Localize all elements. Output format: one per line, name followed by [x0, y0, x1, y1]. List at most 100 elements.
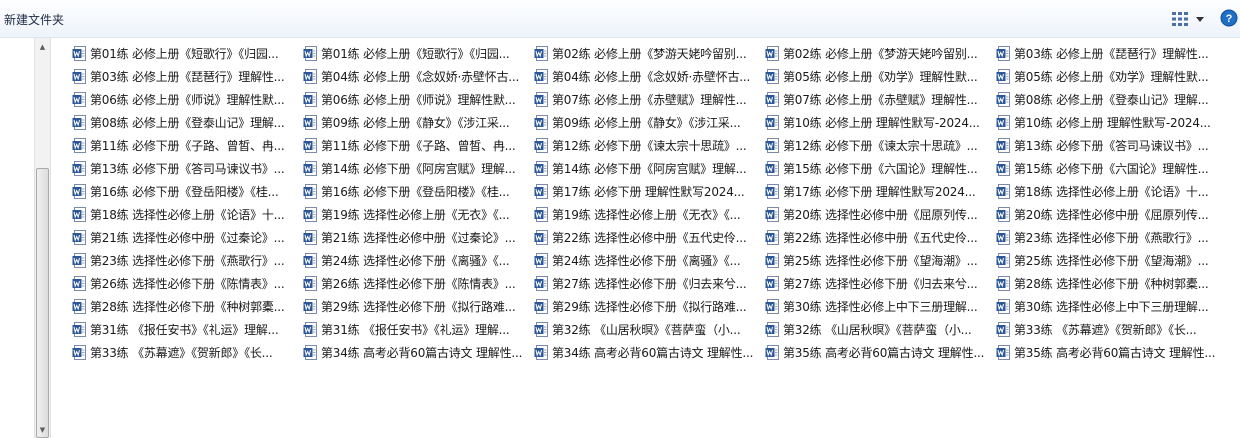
- file-item[interactable]: 第35练 高考必背60篇古诗文 理解性...: [764, 341, 995, 364]
- file-name: 第08练 必修上册《登泰山记》理解...: [1014, 93, 1209, 107]
- file-item[interactable]: 第28练 选择性必修下册《种树郭橐...: [995, 272, 1226, 295]
- file-item[interactable]: 第04练 必修上册《念奴娇·赤壁怀古...: [533, 65, 764, 88]
- file-item[interactable]: 第12练 必修下册《谏太宗十思疏》...: [533, 134, 764, 157]
- file-name: 第22练 选择性必修中册《五代史伶...: [783, 231, 978, 245]
- file-name: 第15练 必修下册《六国论》理解性...: [783, 162, 978, 176]
- file-item[interactable]: 第12练 必修下册《谏太宗十思疏》...: [764, 134, 995, 157]
- file-item[interactable]: 第16练 必修下册《登岳阳楼》《桂...: [71, 180, 302, 203]
- file-item[interactable]: 第34练 高考必背60篇古诗文 理解性...: [302, 341, 533, 364]
- word-document-icon: [534, 161, 548, 176]
- file-item[interactable]: 第08练 必修上册《登泰山记》理解...: [995, 88, 1226, 111]
- word-document-icon: [303, 299, 317, 314]
- file-item[interactable]: 第11练 必修下册《子路、曾皙、冉...: [302, 134, 533, 157]
- file-item[interactable]: 第14练 必修下册《阿房宫赋》理解...: [533, 157, 764, 180]
- file-name: 第28练 选择性必修下册《种树郭橐...: [90, 300, 285, 314]
- file-item[interactable]: 第30练 选择性必修上中下三册理解...: [995, 295, 1226, 318]
- chevron-down-icon[interactable]: [1193, 12, 1207, 26]
- file-item[interactable]: 第25练 选择性必修下册《望海潮》...: [764, 249, 995, 272]
- file-item[interactable]: 第02练 必修上册《梦游天姥吟留别...: [533, 42, 764, 65]
- word-document-icon: [534, 207, 548, 222]
- file-name: 第23练 选择性必修下册《燕歌行》...: [1014, 231, 1209, 245]
- file-item[interactable]: 第23练 选择性必修下册《燕歌行》...: [71, 249, 302, 272]
- file-item[interactable]: 第25练 选择性必修下册《望海潮》...: [995, 249, 1226, 272]
- file-item[interactable]: 第32练 《山居秋暝》《菩萨蛮（小...: [764, 318, 995, 341]
- file-item[interactable]: 第07练 必修上册《赤壁赋》理解性...: [764, 88, 995, 111]
- file-item[interactable]: 第22练 选择性必修中册《五代史伶...: [533, 226, 764, 249]
- word-document-icon: [72, 207, 86, 222]
- file-item[interactable]: 第16练 必修下册《登岳阳楼》《桂...: [302, 180, 533, 203]
- file-item[interactable]: 第20练 选择性必修中册《屈原列传...: [764, 203, 995, 226]
- file-item[interactable]: 第33练 《苏幕遮》《贺新郎》《长...: [995, 318, 1226, 341]
- file-item[interactable]: 第15练 必修下册《六国论》理解性...: [764, 157, 995, 180]
- file-item[interactable]: 第05练 必修上册《劝学》理解性默...: [995, 65, 1226, 88]
- file-item[interactable]: 第24练 选择性必修下册《离骚》《...: [302, 249, 533, 272]
- file-item[interactable]: 第07练 必修上册《赤壁赋》理解性...: [533, 88, 764, 111]
- file-name: 第27练 选择性必修下册《归去来兮...: [552, 277, 747, 291]
- file-item[interactable]: 第02练 必修上册《梦游天姥吟留别...: [764, 42, 995, 65]
- word-document-icon: [996, 161, 1010, 176]
- file-item[interactable]: 第27练 选择性必修下册《归去来兮...: [533, 272, 764, 295]
- word-document-icon: [765, 322, 779, 337]
- file-item[interactable]: 第14练 必修下册《阿房宫赋》理解...: [302, 157, 533, 180]
- file-item[interactable]: 第11练 必修下册《子路、曾皙、冉...: [71, 134, 302, 157]
- file-item[interactable]: 第17练 必修下册 理解性默写2024...: [533, 180, 764, 203]
- scroll-up-icon[interactable]: ▲: [35, 38, 50, 55]
- file-item[interactable]: 第29练 选择性必修下册《拟行路难...: [302, 295, 533, 318]
- file-item[interactable]: 第17练 必修下册 理解性默写2024...: [764, 180, 995, 203]
- file-item[interactable]: 第19练 选择性必修上册《无衣》《...: [302, 203, 533, 226]
- file-item[interactable]: 第15练 必修下册《六国论》理解性...: [995, 157, 1226, 180]
- file-name: 第01练 必修上册《短歌行》《归园...: [321, 47, 510, 61]
- file-item[interactable]: 第06练 必修上册《师说》理解性默...: [71, 88, 302, 111]
- file-item[interactable]: 第10练 必修上册 理解性默写-2024...: [995, 111, 1226, 134]
- file-item[interactable]: 第30练 选择性必修上中下三册理解...: [764, 295, 995, 318]
- file-item[interactable]: 第03练 必修上册《琵琶行》理解性...: [71, 65, 302, 88]
- file-item[interactable]: 第26练 选择性必修下册《陈情表》...: [71, 272, 302, 295]
- file-item[interactable]: 第34练 高考必背60篇古诗文 理解性...: [533, 341, 764, 364]
- change-view-icon[interactable]: [1170, 10, 1190, 28]
- vertical-scrollbar[interactable]: ▲ ▼: [34, 38, 51, 438]
- file-item[interactable]: 第09练 必修上册《静女》《涉江采...: [302, 111, 533, 134]
- file-item[interactable]: 第01练 必修上册《短歌行》《归园...: [71, 42, 302, 65]
- file-item[interactable]: 第26练 选择性必修下册《陈情表》...: [302, 272, 533, 295]
- word-document-icon: [996, 299, 1010, 314]
- file-item[interactable]: 第33练 《苏幕遮》《贺新郎》《长...: [71, 341, 302, 364]
- word-document-icon: [765, 115, 779, 130]
- file-item[interactable]: 第28练 选择性必修下册《种树郭橐...: [71, 295, 302, 318]
- file-item[interactable]: 第01练 必修上册《短歌行》《归园...: [302, 42, 533, 65]
- file-item[interactable]: 第19练 选择性必修上册《无衣》《...: [533, 203, 764, 226]
- new-folder-button[interactable]: 新建文件夹: [4, 11, 64, 28]
- file-item[interactable]: 第31练 《报任安书》《礼运》理解...: [71, 318, 302, 341]
- file-item[interactable]: 第18练 选择性必修上册《论语》十...: [71, 203, 302, 226]
- file-item[interactable]: 第31练 《报任安书》《礼运》理解...: [302, 318, 533, 341]
- file-item[interactable]: 第23练 选择性必修下册《燕歌行》...: [995, 226, 1226, 249]
- word-document-icon: [996, 138, 1010, 153]
- file-item[interactable]: 第10练 必修上册 理解性默写-2024...: [764, 111, 995, 134]
- file-name: 第18练 选择性必修上册《论语》十...: [1014, 185, 1209, 199]
- file-item[interactable]: 第13练 必修下册《答司马谏议书》...: [71, 157, 302, 180]
- file-name: 第04练 必修上册《念奴娇·赤壁怀古...: [321, 70, 520, 84]
- file-item[interactable]: 第18练 选择性必修上册《论语》十...: [995, 180, 1226, 203]
- file-name: 第29练 选择性必修下册《拟行路难...: [552, 300, 747, 314]
- file-item[interactable]: 第24练 选择性必修下册《离骚》《...: [533, 249, 764, 272]
- file-item[interactable]: 第35练 高考必背60篇古诗文 理解性...: [995, 341, 1226, 364]
- file-item[interactable]: 第21练 选择性必修中册《过秦论》...: [71, 226, 302, 249]
- file-item[interactable]: 第21练 选择性必修中册《过秦论》...: [302, 226, 533, 249]
- scroll-down-icon[interactable]: ▼: [35, 421, 50, 438]
- file-name: 第01练 必修上册《短歌行》《归园...: [90, 47, 279, 61]
- file-item[interactable]: 第29练 选择性必修下册《拟行路难...: [533, 295, 764, 318]
- file-item[interactable]: 第09练 必修上册《静女》《涉江采...: [533, 111, 764, 134]
- file-item[interactable]: 第22练 选择性必修中册《五代史伶...: [764, 226, 995, 249]
- file-item[interactable]: 第27练 选择性必修下册《归去来兮...: [764, 272, 995, 295]
- file-item[interactable]: 第08练 必修上册《登泰山记》理解...: [71, 111, 302, 134]
- help-icon[interactable]: ?: [1220, 9, 1238, 27]
- file-name: 第23练 选择性必修下册《燕歌行》...: [90, 254, 285, 268]
- file-item[interactable]: 第05练 必修上册《劝学》理解性默...: [764, 65, 995, 88]
- word-document-icon: [303, 253, 317, 268]
- file-item[interactable]: 第03练 必修上册《琵琶行》理解性...: [995, 42, 1226, 65]
- scrollbar-thumb[interactable]: [36, 168, 49, 438]
- file-item[interactable]: 第04练 必修上册《念奴娇·赤壁怀古...: [302, 65, 533, 88]
- file-item[interactable]: 第06练 必修上册《师说》理解性默...: [302, 88, 533, 111]
- file-item[interactable]: 第13练 必修下册《答司马谏议书》...: [995, 134, 1226, 157]
- file-item[interactable]: 第32练 《山居秋暝》《菩萨蛮（小...: [533, 318, 764, 341]
- file-item[interactable]: 第20练 选择性必修中册《屈原列传...: [995, 203, 1226, 226]
